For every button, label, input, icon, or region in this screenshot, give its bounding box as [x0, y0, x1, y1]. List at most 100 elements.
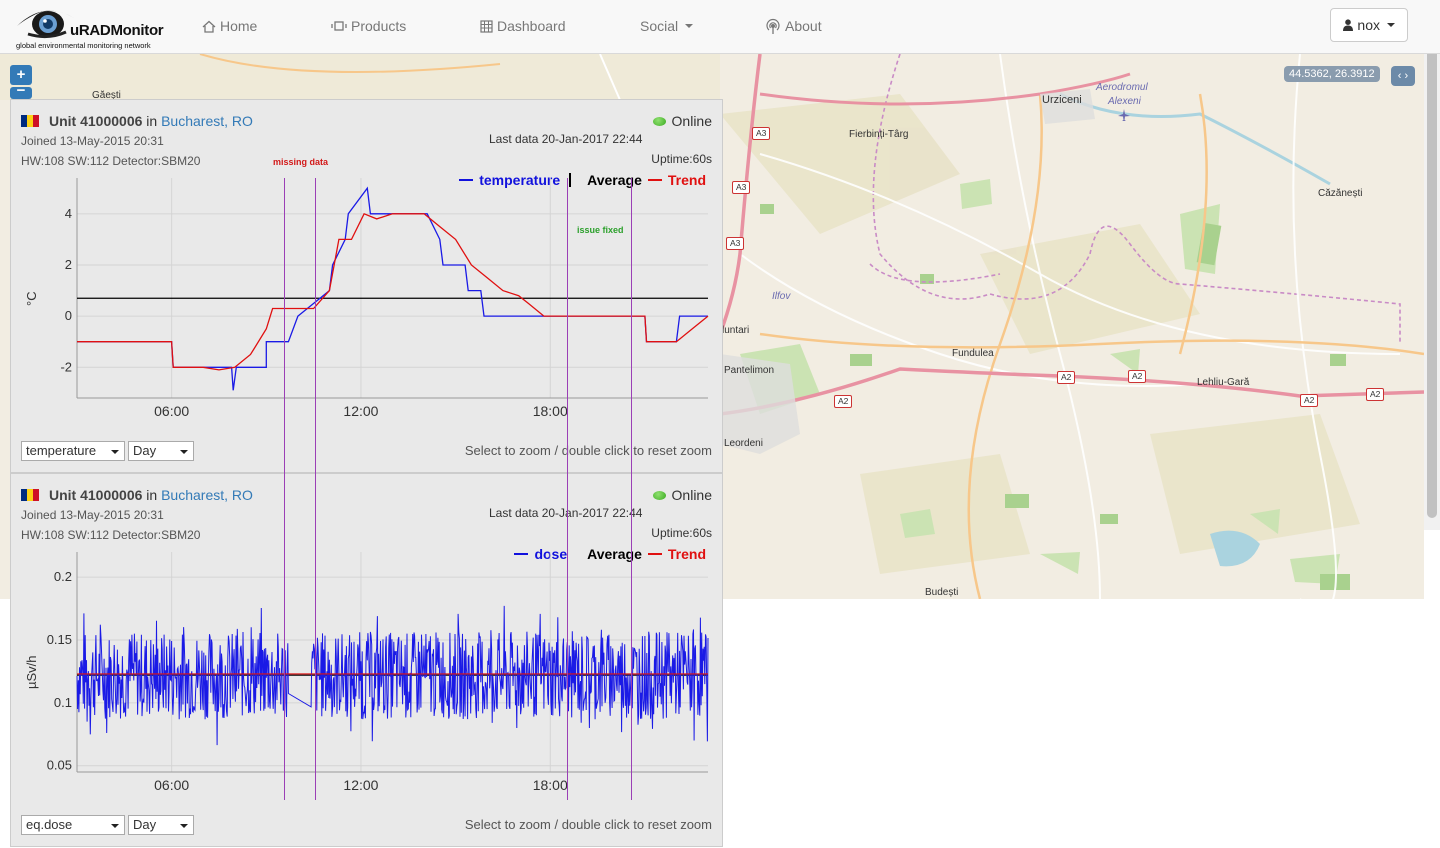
status-text: Online: [671, 113, 712, 129]
romania-flag-icon: [21, 115, 39, 127]
x-tick-label: 12:00: [343, 403, 378, 419]
nav-about-label: About: [785, 18, 822, 34]
annotation-issue-fixed: issue fixed: [577, 225, 624, 235]
unit-heading: Unit 41000006 in Bucharest, RO: [49, 113, 253, 129]
zoom-hint: Select to zoom / double click to reset z…: [464, 443, 712, 458]
zoom-hint: Select to zoom / double click to reset z…: [464, 817, 712, 832]
nav-products-label: Products: [351, 18, 407, 34]
y-tick-label: 4: [65, 206, 72, 221]
x-tick-label: 06:00: [154, 403, 189, 419]
road-badge-a2: A2: [1300, 394, 1319, 407]
zoom-out-button[interactable]: −: [10, 83, 32, 99]
y-tick-label: 0: [65, 308, 72, 323]
range-select-value: Day: [133, 817, 157, 832]
nav-dashboard[interactable]: Dashboard: [480, 18, 566, 34]
dashboard-icon: [480, 19, 493, 33]
coordinates-readout: 44.5362, 26.3912: [1284, 66, 1380, 82]
dose-chart[interactable]: 0.2 0.15 0.1 0.05 06:00 12:00 18:00: [11, 544, 724, 804]
products-icon: [331, 21, 347, 31]
map-place-budesti: Budești: [925, 587, 959, 598]
unit-id: Unit 41000006: [49, 487, 143, 503]
logo-subtitle: global environmental monitoring network: [16, 41, 151, 50]
last-data: Last data 20-Jan-2017 22:44: [489, 506, 643, 520]
unit-in: in: [146, 487, 158, 503]
caret-down-icon: [111, 824, 119, 828]
y-tick-label: 0.1: [54, 695, 72, 710]
nav-dashboard-label: Dashboard: [497, 18, 566, 34]
road-badge-a3: A3: [752, 127, 771, 140]
joined-date: Joined 13-May-2015 20:31: [21, 134, 164, 148]
home-icon: [202, 20, 216, 33]
annotation-missing-data: missing data: [273, 157, 329, 167]
user-icon: [1343, 19, 1354, 31]
nav-home-label: Home: [220, 18, 258, 34]
road-badge-a3: A3: [732, 181, 751, 194]
romania-flag-icon: [21, 489, 39, 501]
eye-logo-icon: [17, 10, 74, 39]
road-badge-a2: A2: [1366, 388, 1385, 401]
hardware-info: HW:108 SW:112 Detector:SBM20: [21, 528, 201, 542]
metric-select[interactable]: temperature: [21, 441, 125, 461]
caret-down-icon: [180, 450, 188, 454]
nav-social-dropdown[interactable]: Social: [640, 18, 694, 34]
status-led-icon: [652, 490, 666, 500]
page-scrollbar[interactable]: [1424, 0, 1440, 530]
map-place-alexeni: Alexeni: [1108, 96, 1141, 107]
metric-select-value: temperature: [26, 443, 97, 458]
about-icon: [766, 19, 780, 34]
caret-down-icon: [180, 824, 188, 828]
y-axis-label: °C: [24, 291, 39, 306]
unit-city-link[interactable]: Bucharest, RO: [161, 113, 253, 129]
scrollbar-thumb[interactable]: [1427, 18, 1437, 518]
map-place-aerodromul: Aerodromul: [1096, 82, 1148, 93]
road-badge-a2: A2: [1057, 371, 1076, 384]
unit-city-link[interactable]: Bucharest, RO: [161, 487, 253, 503]
unit-id: Unit 41000006: [49, 113, 143, 129]
map-place-pantelimon: Pantelimon: [724, 365, 775, 376]
road-badge-a2: A2: [834, 395, 853, 408]
online-status: Online: [652, 487, 712, 503]
range-select[interactable]: Day: [128, 441, 194, 461]
y-axis-label: µSv/h: [24, 655, 39, 689]
x-tick-label: 12:00: [343, 777, 378, 793]
map-place-fundulea: Fundulea: [952, 348, 994, 359]
caret-down-icon: [1387, 23, 1395, 27]
unit-heading: Unit 41000006 in Bucharest, RO: [49, 487, 253, 503]
metric-select-value: eq.dose: [26, 817, 73, 832]
caret-down-icon: [685, 24, 694, 28]
temperature-chart[interactable]: 4 2 0 -2 06:00 12:00 18:00: [11, 170, 724, 430]
caret-down-icon: [111, 450, 119, 454]
logo[interactable]: uRADMonitor global environmental monitor…: [14, 4, 174, 50]
map-place-lehliu: Lehliu-Gară: [1197, 377, 1250, 388]
map-place-leordeni: Leordeni: [724, 438, 763, 449]
status-led-icon: [652, 116, 666, 126]
y-tick-label: 2: [65, 257, 72, 272]
nav-products[interactable]: Products: [331, 18, 406, 34]
user-menu-button[interactable]: nox: [1330, 8, 1408, 42]
dose-panel: Unit 41000006 in Bucharest, RO Joined 13…: [10, 473, 723, 847]
road-badge-a3: A3: [726, 237, 745, 250]
metric-select[interactable]: eq.dose: [21, 815, 125, 835]
annotation-line: [284, 178, 285, 800]
y-tick-label: 0.2: [54, 569, 72, 584]
road-badge-a2: A2: [1128, 370, 1147, 383]
status-text: Online: [671, 487, 712, 503]
map-place-luntari: luntari: [722, 325, 750, 336]
nav-social-label: Social: [640, 18, 679, 34]
panel-toggle-button[interactable]: ‹ ›: [1391, 66, 1415, 86]
nav-about[interactable]: About: [765, 18, 822, 34]
y-tick-label: 0.15: [47, 632, 72, 647]
map-place-urziceni: Urziceni: [1042, 94, 1082, 106]
y-tick-label: 0.05: [47, 758, 72, 773]
uptime: Uptime:60s: [651, 526, 712, 540]
hardware-info: HW:108 SW:112 Detector:SBM20: [21, 154, 201, 168]
nav-home[interactable]: Home: [202, 18, 257, 34]
temperature-panel: Unit 41000006 in Bucharest, RO Joined 13…: [10, 99, 723, 473]
logo-title: uRADMonitor: [70, 22, 164, 39]
top-navbar: uRADMonitor global environmental monitor…: [0, 0, 1440, 54]
annotation-line: [567, 178, 568, 800]
joined-date: Joined 13-May-2015 20:31: [21, 508, 164, 522]
y-tick-label: -2: [60, 359, 72, 374]
range-select[interactable]: Day: [128, 815, 194, 835]
last-data: Last data 20-Jan-2017 22:44: [489, 132, 643, 146]
